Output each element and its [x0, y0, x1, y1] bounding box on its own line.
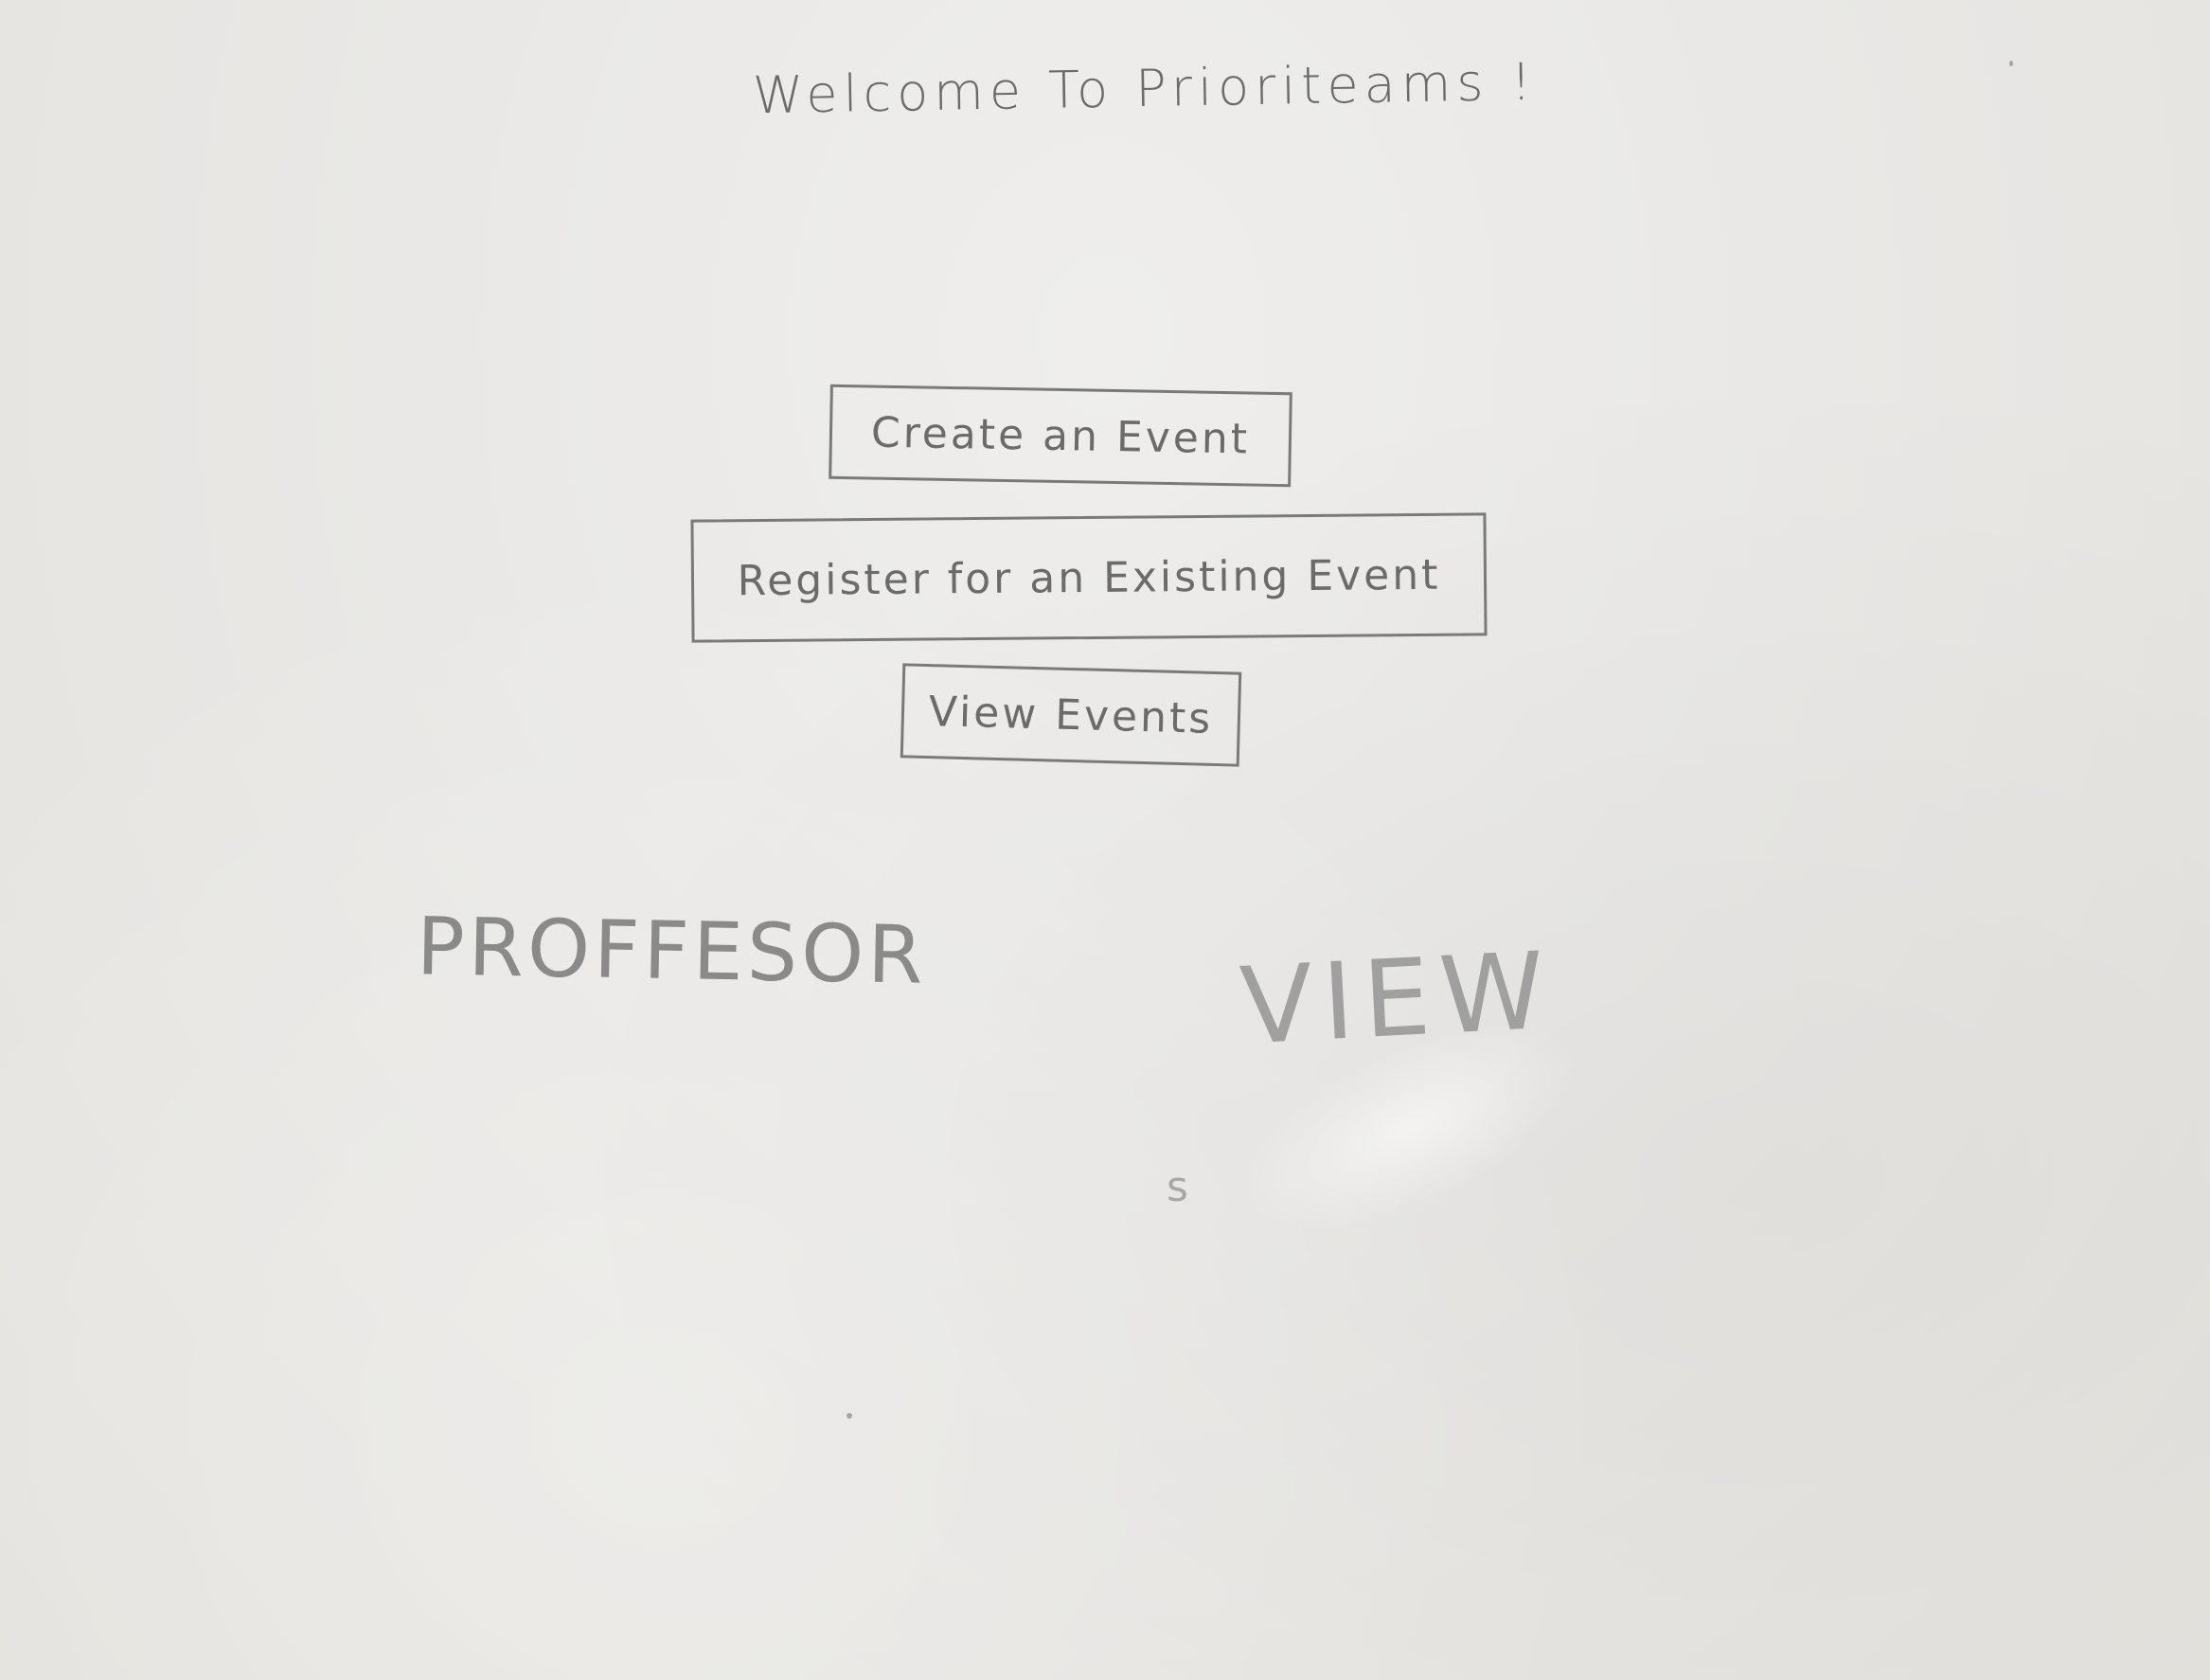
- view-label: VIEW: [1237, 929, 1558, 1069]
- stray-scribble: s: [1167, 1163, 1188, 1211]
- pencil-dot: [847, 1413, 852, 1419]
- register-event-button[interactable]: Register for an Existing Event: [690, 512, 1488, 643]
- page-title: Welcome To Prioriteams !: [752, 51, 1538, 126]
- paper-background: [0, 0, 2210, 1680]
- create-event-button[interactable]: Create an Event: [829, 384, 1292, 488]
- pencil-dot: [2009, 61, 2013, 66]
- professor-label: PROFFESOR: [416, 900, 928, 1002]
- view-events-button[interactable]: View Events: [900, 663, 1242, 767]
